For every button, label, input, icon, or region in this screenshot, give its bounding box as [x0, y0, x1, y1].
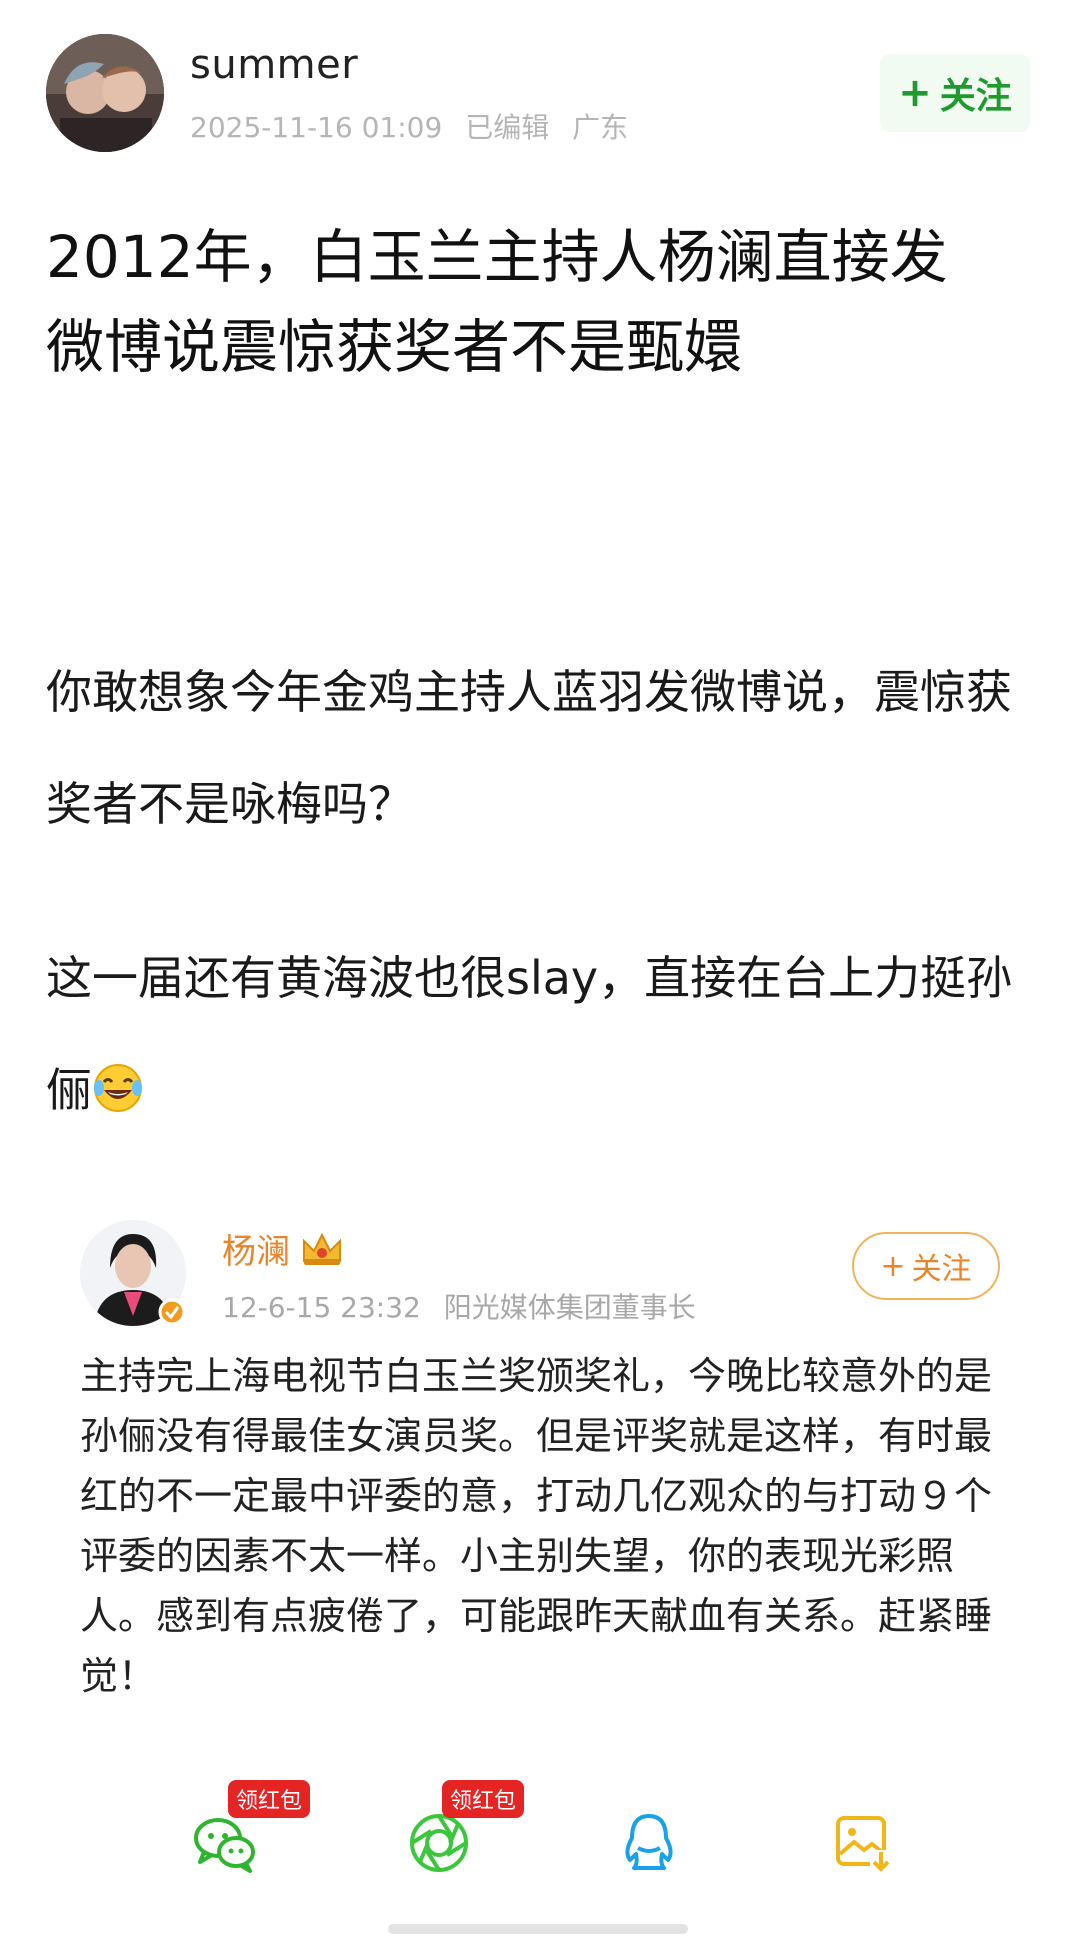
- follow-label: 关注: [939, 76, 1012, 117]
- post-paragraph-1: 你敢想象今年金鸡主持人蓝羽发微博说，震惊获奖者不是咏梅吗？: [46, 665, 1012, 831]
- home-indicator[interactable]: [388, 1924, 688, 1934]
- author-avatar[interactable]: [46, 34, 164, 152]
- post-timestamp: 2025-11-16 01:09: [190, 111, 443, 144]
- post-title: 2012年，白玉兰主持人杨澜直接发 微博说震惊获奖者不是甄嬛: [46, 212, 1036, 392]
- save-image-icon: [836, 1816, 892, 1872]
- share-qq-button[interactable]: [614, 1808, 684, 1878]
- post-meta: 2025-11-16 01:09 已编辑 广东: [190, 106, 642, 146]
- post-paragraph-2-text: 这一届还有黄海波也很slay，直接在台上力挺孙俪: [46, 951, 1013, 1117]
- post-page: summer 2025-11-16 01:09 已编辑 广东 + 关注 2012…: [0, 0, 1076, 1944]
- embedded-post-text: 主持完上海电视节白玉兰奖颁奖礼，今晚比较意外的是孙俪没有得最佳女演员奖。但是评奖…: [80, 1354, 993, 1698]
- embedded-author[interactable]: 杨澜: [222, 1224, 344, 1273]
- share-moments-button[interactable]: 领红包: [404, 1780, 525, 1878]
- edited-label: 已编辑: [465, 111, 550, 144]
- author-name[interactable]: summer: [190, 42, 358, 88]
- plus-icon: +: [898, 70, 932, 116]
- embedded-meta: 12-6-15 23:32 阳光媒体集团董事长: [222, 1286, 710, 1326]
- red-packet-badge: 领红包: [228, 1780, 311, 1818]
- post-paragraph-2: 这一届还有黄海波也很slay，直接在台上力挺孙俪: [46, 922, 1036, 1146]
- plus-icon: +: [880, 1248, 906, 1284]
- share-wechat-button[interactable]: 领红包: [190, 1780, 311, 1878]
- moments-icon: [410, 1814, 468, 1872]
- embedded-follow-button[interactable]: + 关注: [852, 1232, 1000, 1300]
- qq-icon: [625, 1814, 673, 1870]
- wechat-icon: [194, 1818, 255, 1873]
- embedded-avatar[interactable]: [80, 1220, 186, 1326]
- follow-button[interactable]: + 关注: [880, 54, 1030, 132]
- post-location: 广东: [572, 111, 629, 144]
- post-title-line-2: 微博说震惊获奖者不是甄嬛: [46, 313, 743, 381]
- red-packet-badge: 领红包: [442, 1780, 525, 1818]
- crown-icon: [303, 1232, 341, 1265]
- save-image-button[interactable]: [828, 1808, 898, 1878]
- post-title-line-1: 2012年，白玉兰主持人杨澜直接发: [46, 223, 948, 291]
- laughing-crying-emoji-icon: [94, 1064, 142, 1112]
- embedded-author-title: 阳光媒体集团董事长: [443, 1291, 696, 1324]
- embedded-timestamp: 12-6-15 23:32: [222, 1291, 421, 1324]
- embedded-author-name: 杨澜: [222, 1232, 290, 1272]
- embedded-follow-label: 关注: [911, 1252, 972, 1287]
